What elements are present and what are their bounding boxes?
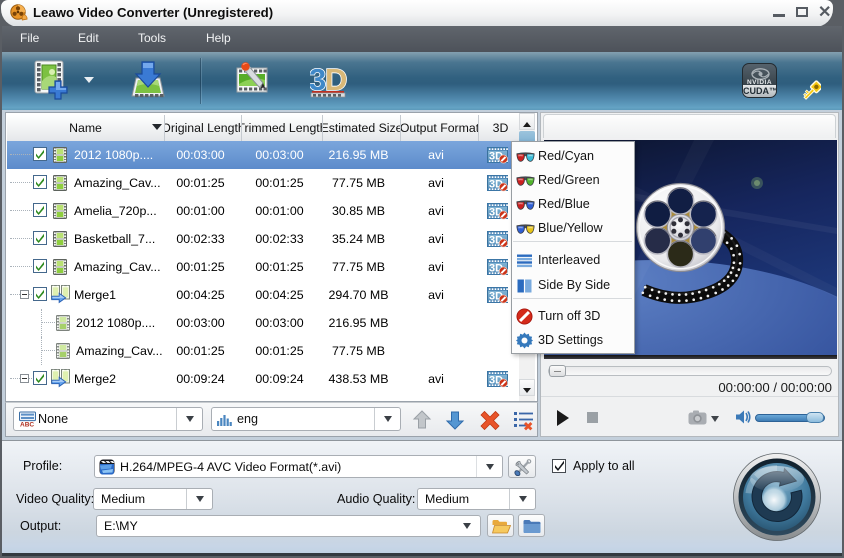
svg-text:D: D — [325, 62, 347, 97]
svg-text:ABC: ABC — [20, 421, 34, 427]
svg-text:3: 3 — [310, 62, 326, 97]
